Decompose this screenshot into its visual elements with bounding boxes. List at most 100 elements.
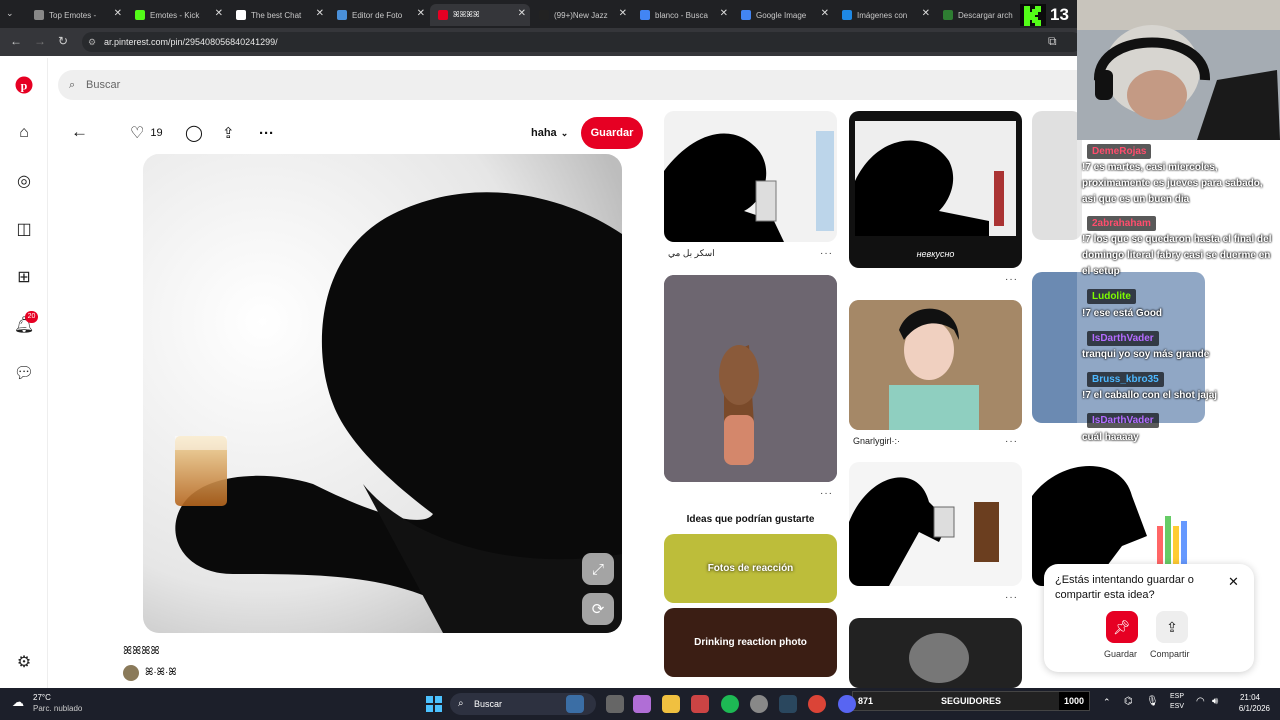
- tab-close-icon[interactable]: ✕: [417, 8, 425, 19]
- share-icon[interactable]: ⇪: [1156, 611, 1188, 643]
- taskbar-app-icon[interactable]: [633, 695, 651, 713]
- board-name: haha: [531, 127, 557, 139]
- pin-title: ꕤꕤꕤꕤ: [123, 645, 160, 657]
- browser-tab[interactable]: Imágenes con ✕: [834, 4, 934, 26]
- tab-favicon-icon: [337, 10, 347, 20]
- tab-close-icon[interactable]: ✕: [720, 8, 728, 19]
- pinterest-logo-icon[interactable]: p: [14, 75, 34, 95]
- pin-more-icon[interactable]: ···: [820, 248, 833, 259]
- chat-username[interactable]: IsDarthVader: [1087, 331, 1159, 346]
- weather-temp[interactable]: 27°C: [33, 693, 51, 702]
- author-name[interactable]: ꕤ·ꕤ·ꕤ: [145, 667, 177, 678]
- browser-tab[interactable]: Editor de Foto ✕: [329, 4, 429, 26]
- expand-icon[interactable]: ⤢: [582, 553, 614, 585]
- pin-more-icon[interactable]: ···: [1005, 436, 1018, 447]
- related-pin[interactable]: [1032, 111, 1082, 240]
- mic-icon[interactable]: 🎙︎: [1146, 696, 1159, 707]
- chat-message: tranqui yo soy más grande: [1082, 349, 1210, 360]
- network-icon[interactable]: ⌬: [1124, 696, 1133, 707]
- pin-more-icon[interactable]: ···: [820, 488, 833, 499]
- chat-username[interactable]: DemeRojas: [1087, 144, 1152, 159]
- taskbar-app-icon[interactable]: [606, 695, 624, 713]
- reload-icon[interactable]: ↻: [58, 34, 68, 48]
- create-icon[interactable]: ⊞: [14, 267, 34, 287]
- volume-icon[interactable]: 🔊︎: [1212, 696, 1218, 707]
- windows-start-icon[interactable]: [426, 696, 442, 712]
- idea-card[interactable]: Drinking reaction photo: [664, 608, 837, 677]
- search-input[interactable]: ⌕ Buscar: [58, 70, 1098, 100]
- taskbar-app-icon[interactable]: [691, 695, 709, 713]
- tab-list-chevron-icon[interactable]: ⌄: [6, 8, 14, 19]
- install-app-icon[interactable]: ⧉: [1048, 34, 1057, 49]
- tab-label: (99+)New Jazz: [554, 10, 608, 20]
- explore-icon[interactable]: ◎: [14, 171, 34, 191]
- chrome-icon[interactable]: [808, 695, 826, 713]
- weather-desc: Parc. nublado: [33, 704, 83, 713]
- taskbar-app-icon[interactable]: [566, 695, 584, 713]
- url-field[interactable]: ⚙ ar.pinterest.com/pin/29540805684024129…: [82, 32, 1082, 52]
- pin-more-icon[interactable]: ···: [1005, 592, 1018, 603]
- related-pin[interactable]: невкусно: [849, 111, 1022, 268]
- back-arrow-icon[interactable]: ←: [71, 122, 88, 142]
- idea-card[interactable]: Fotos de reacción: [664, 534, 837, 603]
- pin-save-icon[interactable]: 📌︎: [1106, 611, 1138, 643]
- tab-close-icon[interactable]: ✕: [518, 8, 526, 19]
- pin-more-icon[interactable]: ···: [1005, 274, 1018, 285]
- notifications-icon[interactable]: 🔔︎ 20: [14, 311, 38, 335]
- boards-icon[interactable]: ◫: [14, 219, 34, 239]
- browser-tab[interactable]: ꕤꕤꕤꕤ ✕: [430, 4, 530, 26]
- taskbar-app-icon[interactable]: [750, 695, 768, 713]
- browser-tab[interactable]: blanco - Busca ✕: [632, 4, 732, 26]
- chat-username[interactable]: Ludolite: [1087, 289, 1136, 304]
- like-button[interactable]: ♡ 19: [130, 120, 163, 146]
- tab-close-icon[interactable]: ✕: [215, 8, 223, 19]
- home-icon[interactable]: ⌂: [14, 123, 34, 143]
- related-pin[interactable]: [664, 111, 837, 242]
- browser-tab[interactable]: Top Emotes - ✕: [26, 4, 126, 26]
- tab-close-icon[interactable]: ✕: [316, 8, 324, 19]
- browser-tab[interactable]: (99+)New Jazz ✕: [531, 4, 631, 26]
- back-icon[interactable]: ←: [10, 34, 22, 48]
- chat-username[interactable]: Bruss_kbro35: [1087, 372, 1164, 387]
- chat-message: !7 es martes, casi miercoles, proximamen…: [1082, 162, 1263, 205]
- pin-image[interactable]: ⤢ ⟳: [143, 154, 622, 633]
- spotify-icon[interactable]: [721, 695, 739, 713]
- related-pin[interactable]: [849, 462, 1022, 586]
- related-pin[interactable]: [664, 275, 837, 482]
- chevron-down-icon: ⌄: [560, 127, 569, 138]
- language-indicator[interactable]: ESP: [1170, 693, 1184, 700]
- tray-chevron-icon[interactable]: ⌃: [1103, 697, 1111, 708]
- tab-close-icon[interactable]: ✕: [821, 8, 829, 19]
- chat-username[interactable]: IsDarthVader: [1087, 413, 1159, 428]
- weather-icon: ☁: [12, 695, 24, 709]
- notification-badge: 20: [25, 311, 38, 323]
- browser-tab[interactable]: The best Chat ✕: [228, 4, 328, 26]
- forward-icon[interactable]: →: [34, 34, 46, 48]
- save-button[interactable]: Guardar: [581, 117, 643, 149]
- browser-tab[interactable]: Emotes - Kick ✕: [127, 4, 227, 26]
- browser-tab[interactable]: Google Image ✕: [733, 4, 833, 26]
- related-pin[interactable]: [849, 618, 1022, 688]
- clock-time[interactable]: 21:04: [1236, 693, 1260, 702]
- settings-icon[interactable]: ⚙: [14, 652, 34, 672]
- more-options-icon[interactable]: ···: [259, 120, 274, 146]
- visual-search-icon[interactable]: ⟳: [582, 593, 614, 625]
- tab-close-icon[interactable]: ✕: [922, 8, 930, 19]
- tab-close-icon[interactable]: ✕: [619, 8, 627, 19]
- author-avatar[interactable]: [123, 665, 139, 681]
- chat-message: !7 los que se quedaron hasta el final de…: [1082, 234, 1272, 277]
- wifi-icon[interactable]: ◠: [1196, 696, 1205, 707]
- steam-icon[interactable]: [779, 695, 797, 713]
- comment-icon[interactable]: ◯: [185, 120, 203, 146]
- site-info-icon[interactable]: ⚙: [88, 32, 96, 52]
- messages-icon[interactable]: 💬︎: [14, 363, 34, 383]
- share-icon[interactable]: ⇪: [222, 120, 235, 146]
- board-selector[interactable]: haha ⌄: [531, 120, 568, 146]
- chat-username[interactable]: 2abrahaham: [1087, 216, 1156, 231]
- tab-favicon-icon: [438, 10, 448, 20]
- close-icon[interactable]: ✕: [1228, 574, 1239, 590]
- tab-close-icon[interactable]: ✕: [114, 8, 122, 19]
- file-explorer-icon[interactable]: [662, 695, 680, 713]
- related-pin[interactable]: [849, 300, 1022, 430]
- discord-icon[interactable]: [838, 695, 856, 713]
